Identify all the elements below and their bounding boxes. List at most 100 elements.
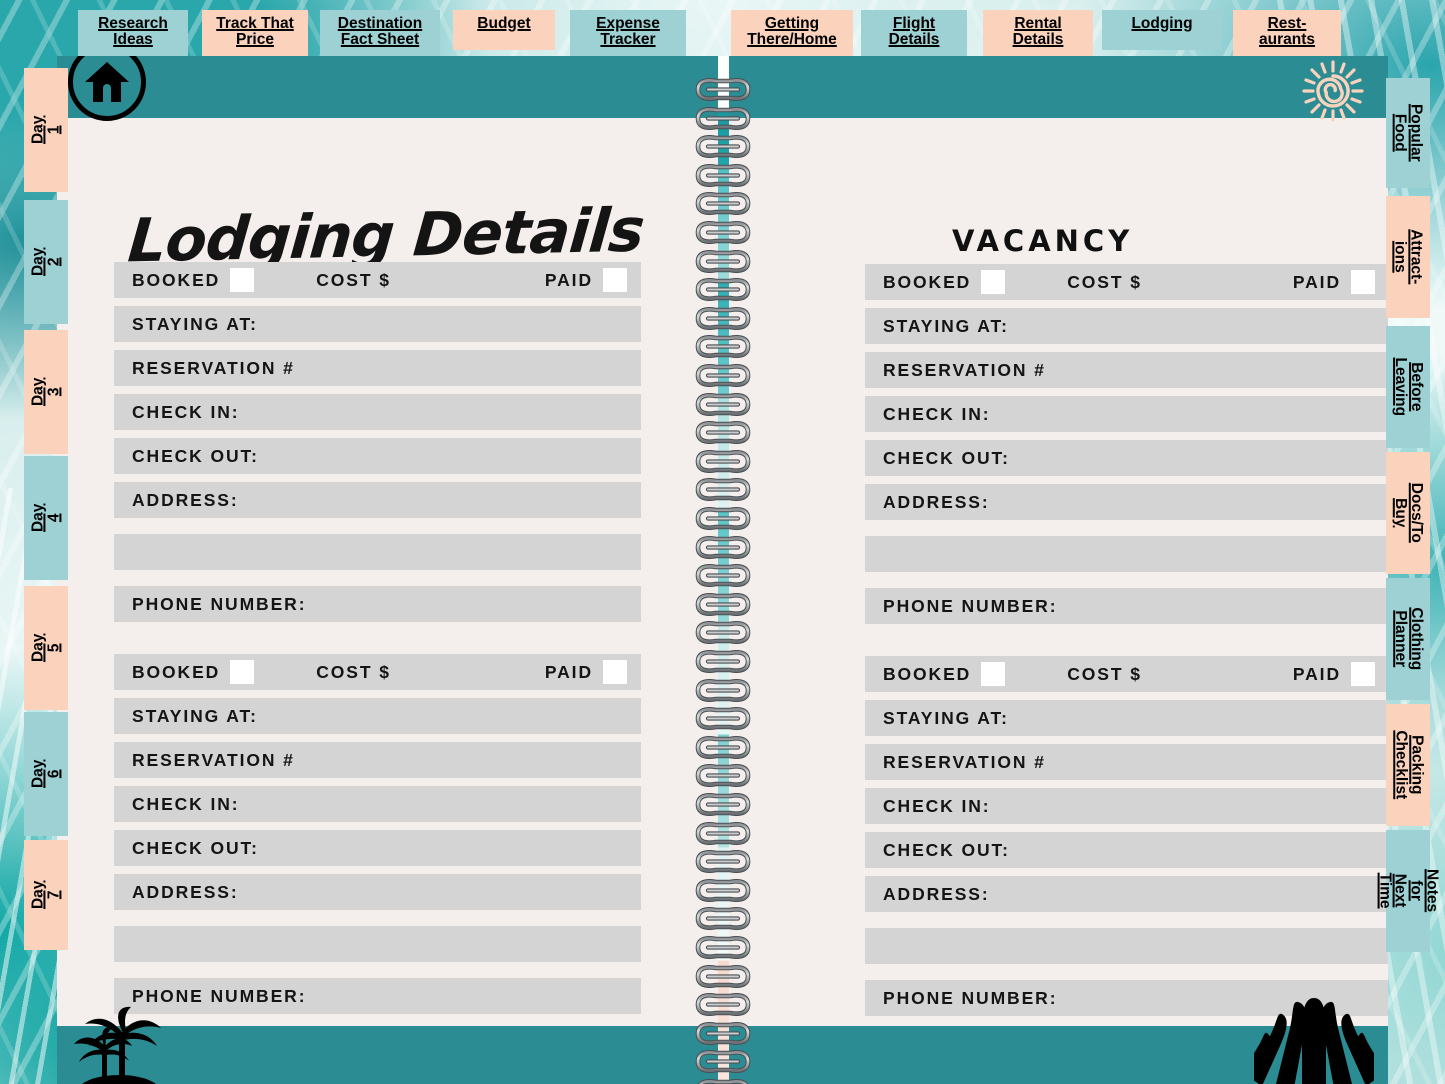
top-tab-track-that-price[interactable]: Track That Price bbox=[202, 10, 308, 56]
field-phone-number[interactable]: PHONE NUMBER: bbox=[114, 586, 641, 622]
spiral-ring bbox=[694, 506, 752, 531]
spiral-ring bbox=[694, 707, 752, 731]
field-address[interactable]: ADDRESS: bbox=[114, 482, 641, 518]
field-check-in[interactable]: CHECK IN: bbox=[114, 394, 641, 430]
side-tab-label: Day 6 bbox=[29, 759, 62, 789]
field-staying-at[interactable]: STAYING AT: bbox=[865, 700, 1388, 736]
booked-label: BOOKED bbox=[132, 661, 221, 682]
field-label: RESERVATION # bbox=[883, 359, 1046, 380]
side-tab-day-1[interactable]: Day 1 bbox=[24, 68, 68, 192]
field-label: RESERVATION # bbox=[883, 751, 1046, 772]
side-tab-day-5[interactable]: Day 5 bbox=[24, 586, 68, 710]
top-tab-rental-details[interactable]: Rental Details bbox=[983, 10, 1093, 56]
side-tab-day-2[interactable]: Day 2 bbox=[24, 200, 68, 324]
top-tab-flight-details[interactable]: Flight Details bbox=[861, 10, 967, 56]
field-staying-at[interactable]: STAYING AT: bbox=[114, 698, 641, 734]
side-tab-day-7[interactable]: Day 7 bbox=[24, 840, 68, 950]
spiral-ring bbox=[694, 1050, 752, 1074]
field-phone-number[interactable]: PHONE NUMBER: bbox=[865, 588, 1388, 624]
top-tab-label: Rental bbox=[1014, 15, 1062, 32]
cost-label: COST $ bbox=[1067, 271, 1142, 292]
top-tab-destination-fact-sheet[interactable]: Destination Fact Sheet bbox=[320, 10, 440, 56]
side-tab-day-6[interactable]: Day 6 bbox=[24, 712, 68, 836]
field-check-in[interactable]: CHECK IN: bbox=[865, 788, 1388, 824]
top-tab-rest-aurants[interactable]: Rest-aurants bbox=[1233, 10, 1341, 56]
side-tab-before-leaving[interactable]: Before Leaving bbox=[1386, 326, 1430, 448]
top-tab-label: Rest- bbox=[1267, 15, 1307, 32]
paid-checkbox[interactable] bbox=[1351, 662, 1375, 686]
side-tab-day-3[interactable]: Day 3 bbox=[24, 330, 68, 454]
field-staying-at[interactable]: STAYING AT: bbox=[865, 308, 1388, 344]
side-tab-attract-ions[interactable]: Attract- ions bbox=[1386, 196, 1430, 318]
booked-checkbox[interactable] bbox=[981, 662, 1006, 686]
field-check-out[interactable]: CHECK OUT: bbox=[114, 438, 641, 474]
spiral-ring bbox=[694, 363, 752, 388]
field-address[interactable]: ADDRESS: bbox=[114, 874, 641, 910]
field-label: CHECK IN: bbox=[132, 793, 240, 814]
field-reservation[interactable]: RESERVATION # bbox=[865, 352, 1388, 388]
cost-label: COST $ bbox=[316, 661, 391, 682]
field-reservation[interactable]: RESERVATION # bbox=[865, 744, 1388, 780]
spiral-ring bbox=[694, 649, 752, 674]
field-label: CHECK OUT: bbox=[132, 837, 259, 858]
side-tab-packing-checklist[interactable]: Packing Checklist bbox=[1386, 704, 1430, 826]
spiral-ring bbox=[694, 993, 752, 1017]
field-address[interactable]: ADDRESS: bbox=[865, 484, 1388, 520]
spiral-ring bbox=[694, 878, 752, 902]
travel-planner-app: Research Ideas Track That Price Destination F… bbox=[0, 0, 1445, 1084]
field-label: CHECK IN: bbox=[883, 795, 991, 816]
field-phone-number[interactable]: PHONE NUMBER: bbox=[114, 978, 641, 1014]
side-tab-day-4[interactable]: Day 4 bbox=[24, 456, 68, 580]
top-tab-label: Details bbox=[1012, 30, 1064, 48]
top-tab-getting-there-home[interactable]: Getting There/Home bbox=[731, 10, 853, 56]
field-check-in[interactable]: CHECK IN: bbox=[865, 396, 1388, 432]
field-label: CHECK OUT: bbox=[883, 447, 1010, 468]
paid-checkbox[interactable] bbox=[1351, 270, 1375, 294]
side-tab-label: Docs/To Buy bbox=[1392, 483, 1425, 543]
top-tab-expense-tracker[interactable]: Expense Tracker bbox=[570, 10, 686, 56]
address-continuation-field[interactable] bbox=[114, 926, 641, 962]
field-label: CHECK OUT: bbox=[132, 445, 259, 466]
side-tab-popular-food[interactable]: Popular Food bbox=[1386, 78, 1430, 188]
field-check-out[interactable]: CHECK OUT: bbox=[865, 832, 1388, 868]
paid-checkbox[interactable] bbox=[603, 268, 627, 292]
booked-checkbox[interactable] bbox=[230, 268, 255, 292]
address-continuation-field[interactable] bbox=[114, 534, 641, 570]
side-tab-notes-for-next-time[interactable]: Notes for Next Time bbox=[1376, 830, 1441, 952]
address-continuation-field[interactable] bbox=[865, 928, 1388, 964]
booked-checkbox[interactable] bbox=[230, 660, 255, 684]
spiral-ring bbox=[694, 135, 752, 159]
spiral-ring bbox=[694, 1078, 752, 1084]
field-label: PHONE NUMBER: bbox=[883, 987, 1058, 1008]
field-label: ADDRESS: bbox=[132, 881, 239, 902]
field-staying-at[interactable]: STAYING AT: bbox=[114, 306, 641, 342]
top-tab-budget[interactable]: Budget bbox=[453, 10, 555, 50]
booked-checkbox[interactable] bbox=[981, 270, 1006, 294]
field-address[interactable]: ADDRESS: bbox=[865, 876, 1388, 912]
field-check-out[interactable]: CHECK OUT: bbox=[865, 440, 1388, 476]
top-tab-label: Lodging bbox=[1131, 15, 1193, 32]
paid-label: PAID bbox=[1292, 663, 1341, 684]
sun-spiral-icon bbox=[1302, 60, 1364, 122]
spiral-ring bbox=[694, 220, 752, 245]
field-label: PHONE NUMBER: bbox=[132, 593, 307, 614]
field-check-out[interactable]: CHECK OUT: bbox=[114, 830, 641, 866]
top-tab-lodging[interactable]: Lodging bbox=[1102, 10, 1222, 50]
side-tab-docs-to-buy[interactable]: Docs/To Buy bbox=[1386, 452, 1430, 574]
top-tab-label: Getting bbox=[764, 15, 820, 32]
field-reservation[interactable]: RESERVATION # bbox=[114, 742, 641, 778]
top-tab-label: Destination bbox=[337, 15, 423, 32]
planner-page: Lodging Details BOOKED COST $ PAID STAYING … bbox=[57, 56, 1388, 1084]
address-continuation-field[interactable] bbox=[865, 536, 1388, 572]
top-tab-label: There/Home bbox=[747, 30, 837, 48]
spiral-ring bbox=[694, 735, 752, 759]
spiral-ring bbox=[694, 306, 752, 330]
side-tab-clothing-planner[interactable]: Clothing Planner bbox=[1386, 578, 1430, 700]
spiral-ring bbox=[694, 335, 752, 359]
top-tab-research-ideas[interactable]: Research Ideas bbox=[78, 10, 188, 56]
field-reservation[interactable]: RESERVATION # bbox=[114, 350, 641, 386]
paid-checkbox[interactable] bbox=[603, 660, 627, 684]
top-tab-label: Budget bbox=[477, 15, 531, 32]
field-check-in[interactable]: CHECK IN: bbox=[114, 786, 641, 822]
top-tab-label: Fact Sheet bbox=[340, 30, 420, 48]
